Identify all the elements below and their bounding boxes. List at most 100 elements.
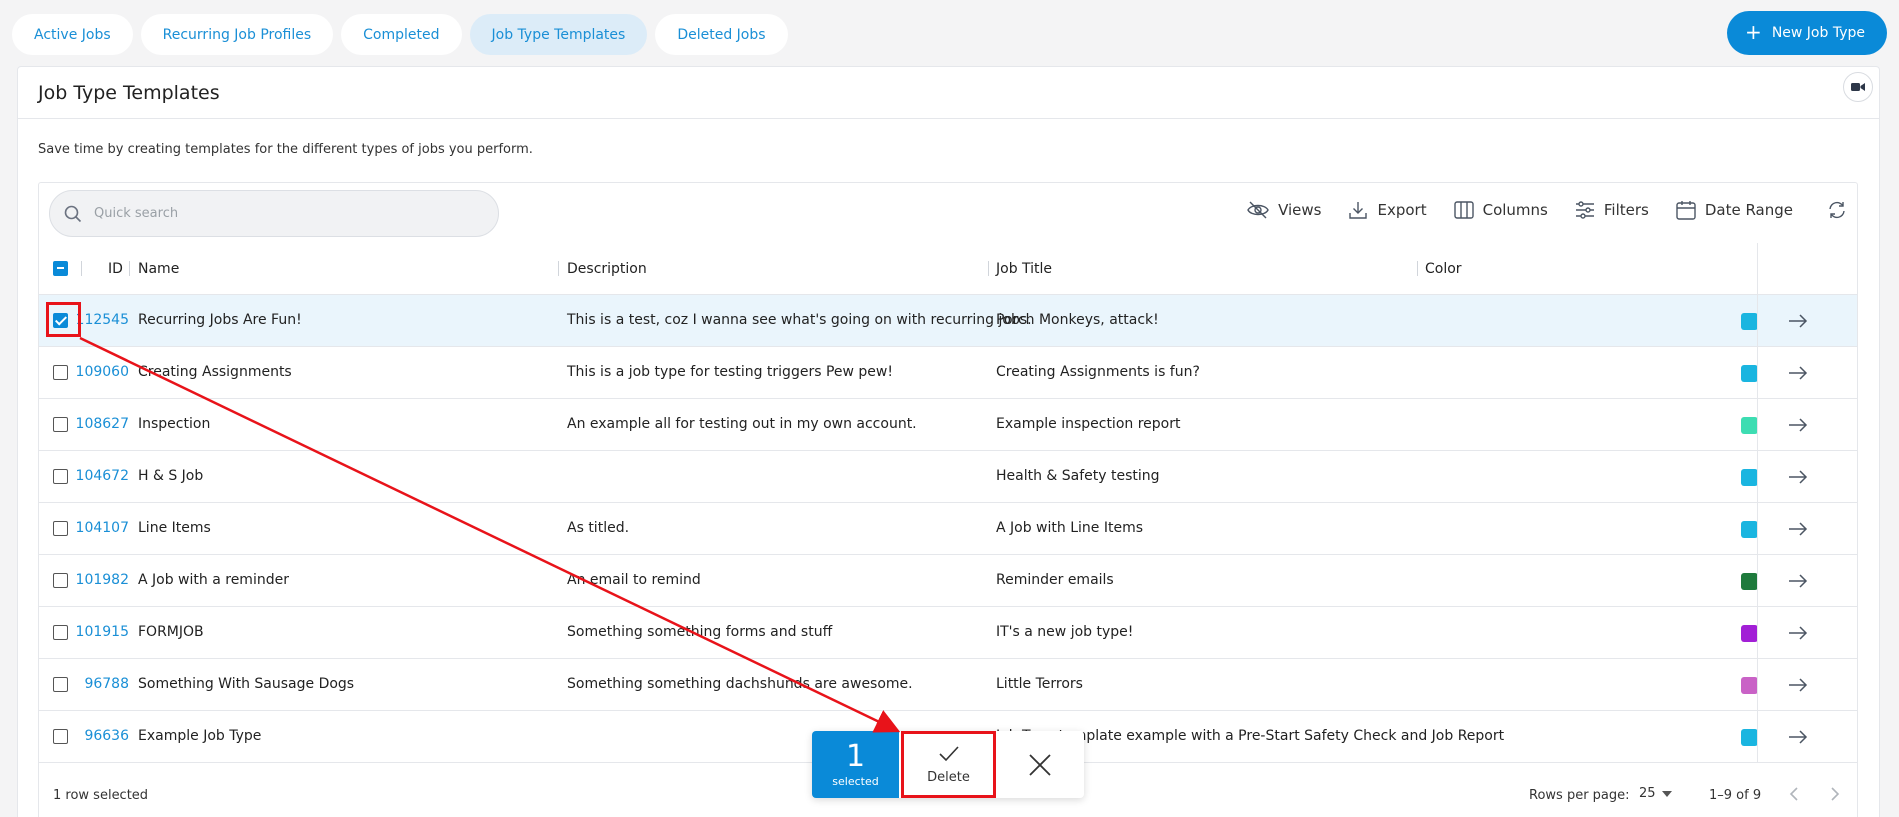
column-separator xyxy=(1417,261,1418,276)
refresh-icon xyxy=(1829,201,1845,219)
table-header: ID Name Description Job Title Color xyxy=(39,243,1857,295)
arrow-right-icon[interactable] xyxy=(1786,361,1810,385)
column-divider xyxy=(1757,295,1758,346)
row-name: H & S Job xyxy=(138,468,204,484)
arrow-right-icon[interactable] xyxy=(1786,517,1810,541)
export-button[interactable]: Export xyxy=(1348,200,1427,220)
row-description: This is a job type for testing triggers … xyxy=(567,364,893,380)
views-button[interactable]: Views xyxy=(1247,200,1321,220)
row-description: This is a test, coz I wanna see what's g… xyxy=(567,312,1032,328)
search-input[interactable] xyxy=(94,206,454,221)
column-divider xyxy=(1757,399,1758,450)
rows-per-page-select[interactable]: 25 xyxy=(1639,786,1672,801)
row-name: Creating Assignments xyxy=(138,364,292,380)
quick-search[interactable] xyxy=(49,190,499,237)
arrow-right-icon[interactable] xyxy=(1786,309,1810,333)
next-page-icon[interactable] xyxy=(1823,783,1845,805)
row-job-title: Health & Safety testing xyxy=(996,468,1160,484)
row-job-title: A Job with Line Items xyxy=(996,520,1143,536)
close-icon xyxy=(1029,753,1051,776)
selected-count-badge: 1 selected xyxy=(812,731,899,798)
column-header-job-title[interactable]: Job Title xyxy=(996,261,1052,277)
data-grid: Views Export Columns Filters Date Range xyxy=(38,182,1858,817)
arrow-right-icon[interactable] xyxy=(1786,621,1810,645)
table-row[interactable]: 104672 H & S Job Health & Safety testing xyxy=(39,451,1857,503)
row-name: FORMJOB xyxy=(138,624,204,640)
table-row[interactable]: 101982 A Job with a reminder An email to r… xyxy=(39,555,1857,607)
eye-off-icon xyxy=(1247,201,1269,219)
filters-button[interactable]: Filters xyxy=(1575,201,1649,219)
table-row[interactable]: 112545 Recurring Jobs Are Fun! This is a t… xyxy=(39,295,1857,347)
table-row[interactable]: 109060 Creating Assignments This is a job … xyxy=(39,347,1857,399)
export-label: Export xyxy=(1377,201,1427,219)
video-help-button[interactable] xyxy=(1843,72,1873,102)
arrow-right-icon[interactable] xyxy=(1786,569,1810,593)
row-name: Inspection xyxy=(138,416,211,432)
columns-button[interactable]: Columns xyxy=(1453,201,1548,219)
views-label: Views xyxy=(1278,201,1322,219)
row-color-swatch xyxy=(1741,521,1758,538)
tab-recurring-job-profiles[interactable]: Recurring Job Profiles xyxy=(140,14,334,55)
tab-completed[interactable]: Completed xyxy=(341,14,462,55)
row-job-title: Porch Monkeys, attack! xyxy=(996,312,1159,328)
arrow-right-icon[interactable] xyxy=(1786,673,1810,697)
row-id-link[interactable]: 101915 xyxy=(39,624,129,640)
arrow-right-icon[interactable] xyxy=(1786,465,1810,489)
row-id-link[interactable]: 109060 xyxy=(39,364,129,380)
row-id-link[interactable]: 96788 xyxy=(39,676,129,692)
row-name: Example Job Type xyxy=(138,728,262,744)
row-color-swatch xyxy=(1741,313,1758,330)
row-description: An email to remind xyxy=(567,572,701,588)
row-name: Recurring Jobs Are Fun! xyxy=(138,312,302,328)
search-icon xyxy=(64,205,82,222)
refresh-button[interactable] xyxy=(1827,200,1847,220)
delete-button[interactable]: Delete xyxy=(901,731,996,798)
plus-icon: + xyxy=(1745,20,1762,44)
table-row[interactable]: 108627 Inspection An example all for testi… xyxy=(39,399,1857,451)
column-divider xyxy=(1757,347,1758,398)
row-color-swatch xyxy=(1741,573,1758,590)
select-all-checkbox[interactable] xyxy=(53,261,68,276)
calendar-icon xyxy=(1676,201,1696,220)
card-header: Job Type Templates xyxy=(18,67,1879,119)
job-type-templates-card: Job Type Templates Save time by creating… xyxy=(17,66,1880,817)
row-job-title: IT's a new job type! xyxy=(996,624,1134,640)
row-description: An example all for testing out in my own… xyxy=(567,416,917,432)
table-row[interactable]: 101915 FORMJOB Something something forms a… xyxy=(39,607,1857,659)
checkmark-icon xyxy=(938,746,959,762)
row-job-title: Creating Assignments is fun? xyxy=(996,364,1200,380)
row-id-link[interactable]: 96636 xyxy=(39,728,129,744)
new-job-type-button[interactable]: + New Job Type xyxy=(1727,11,1887,55)
rows-per-page-label: Rows per page: xyxy=(1529,788,1630,803)
column-header-id[interactable]: ID xyxy=(108,261,123,277)
column-divider xyxy=(1757,503,1758,554)
row-description: As titled. xyxy=(567,520,630,536)
table-row[interactable]: 96788 Something With Sausage Dogs Somethin… xyxy=(39,659,1857,711)
page-title: Job Type Templates xyxy=(38,82,220,104)
row-id-link[interactable]: 104107 xyxy=(39,520,129,536)
row-color-swatch xyxy=(1741,417,1758,434)
tab-active-jobs[interactable]: Active Jobs xyxy=(12,14,133,55)
new-job-type-label: New Job Type xyxy=(1771,25,1865,41)
table-row[interactable]: 104107 Line Items As titled. A Job with Lin… xyxy=(39,503,1857,555)
columns-label: Columns xyxy=(1482,201,1548,219)
cancel-selection-button[interactable] xyxy=(996,731,1084,798)
row-id-link[interactable]: 104672 xyxy=(39,468,129,484)
download-icon xyxy=(1349,202,1368,219)
column-header-color[interactable]: Color xyxy=(1425,261,1462,277)
row-id-link[interactable]: 101982 xyxy=(39,572,129,588)
column-divider xyxy=(1757,711,1758,762)
tab-job-type-templates[interactable]: Job Type Templates xyxy=(469,14,648,55)
tab-deleted-jobs[interactable]: Deleted Jobs xyxy=(655,14,788,55)
row-id-link[interactable]: 108627 xyxy=(39,416,129,432)
date-range-button[interactable]: Date Range xyxy=(1676,200,1793,220)
column-header-description[interactable]: Description xyxy=(567,261,647,277)
date-range-label: Date Range xyxy=(1704,201,1793,219)
arrow-right-icon[interactable] xyxy=(1786,413,1810,437)
rows-per-page-value: 25 xyxy=(1639,786,1656,801)
previous-page-icon[interactable] xyxy=(1784,783,1806,805)
row-name: Something With Sausage Dogs xyxy=(138,676,355,692)
arrow-right-icon[interactable] xyxy=(1786,725,1810,749)
column-divider xyxy=(1757,555,1758,606)
column-header-name[interactable]: Name xyxy=(138,261,179,277)
